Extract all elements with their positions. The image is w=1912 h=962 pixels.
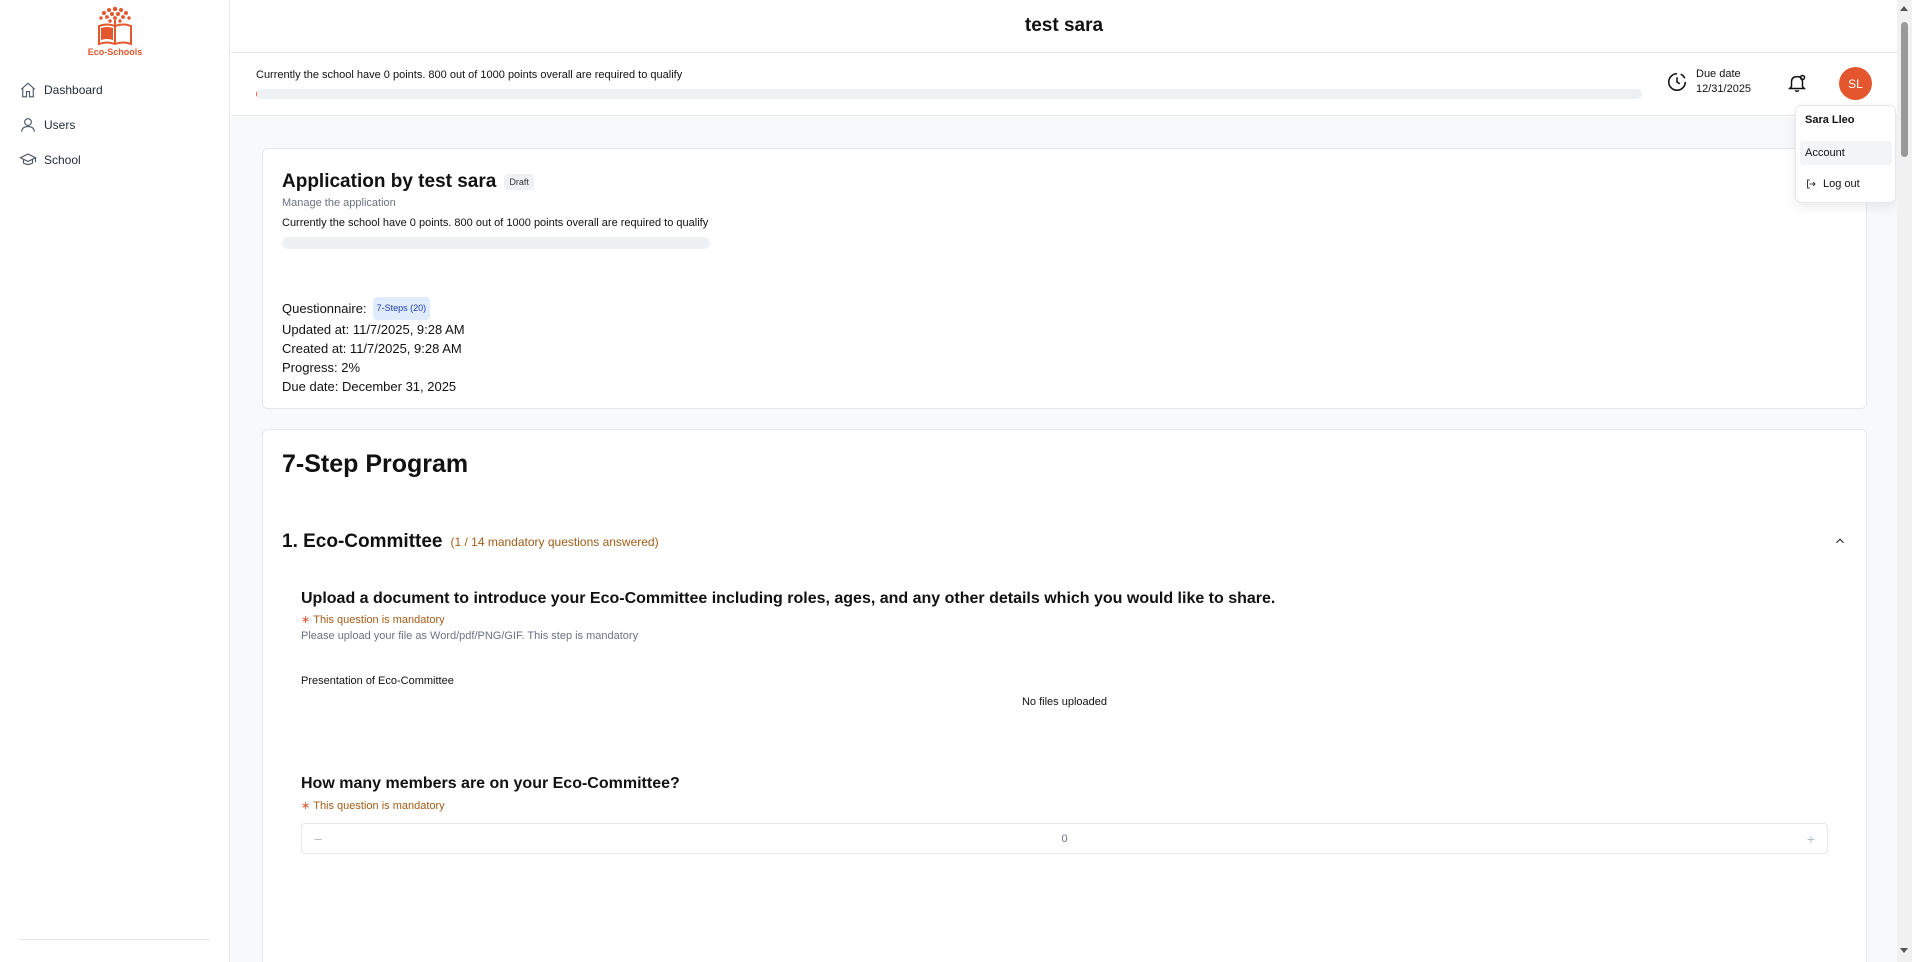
- due-date-text: Due date: December 31, 2025: [282, 379, 457, 394]
- logout-icon: [1807, 179, 1816, 189]
- page-title: test sara: [1024, 15, 1104, 36]
- logout-menu-item[interactable]: Log out: [1805, 178, 1860, 190]
- tree-book-icon: [98, 6, 132, 46]
- chevron-up-icon[interactable]: [1833, 534, 1847, 548]
- graduation-cap-icon: [19, 152, 37, 165]
- increment-button[interactable]: +: [1807, 831, 1815, 847]
- field-label: Presentation of Eco-Committee: [301, 675, 454, 687]
- question-title: How many members are on your Eco-Committ…: [301, 775, 680, 792]
- sidebar-item-label: Users: [44, 117, 76, 132]
- logout-label: Log out: [1823, 178, 1860, 190]
- step-count: (1 / 14 mandatory questions answered): [450, 535, 659, 549]
- progress-text: Progress: 2%: [282, 360, 361, 375]
- scroll-up-arrow[interactable]: [1900, 6, 1908, 11]
- avatar[interactable]: SL: [1839, 67, 1872, 100]
- sidebar-divider: [19, 939, 210, 940]
- step-title: 1. Eco-Committee: [282, 531, 443, 552]
- main-content: Application by test sara Draft Manage th…: [231, 117, 1897, 962]
- eco-schools-logo[interactable]: Eco-Schools: [86, 4, 144, 60]
- application-meta: Questionnaire: 7-Steps (20) Updated at: …: [282, 297, 465, 396]
- points-progress-fill: [256, 89, 258, 99]
- decrement-button[interactable]: −: [314, 831, 322, 847]
- home-icon: [20, 81, 36, 97]
- mandatory-note: ∗ This question is mandatory: [301, 614, 445, 626]
- due-date-value: 12/31/2025: [1696, 83, 1752, 95]
- updated-at: Updated at: 11/7/2025, 9:28 AM: [282, 322, 465, 337]
- due-date: Due date 12/31/2025: [1666, 67, 1751, 97]
- top-bar: test sara: [231, 0, 1897, 53]
- bell-icon: [1787, 74, 1807, 92]
- points-bar: Currently the school have 0 points. 800 …: [231, 53, 1897, 116]
- sidebar-nav: Dashboard Users School: [19, 72, 219, 177]
- members-stepper[interactable]: − 0 +: [301, 823, 1828, 854]
- stepper-value[interactable]: 0: [1061, 833, 1067, 845]
- logo-text: Eco-Schools: [87, 47, 143, 57]
- sidebar-item-label: School: [44, 152, 81, 167]
- application-subtitle: Manage the application: [282, 197, 396, 209]
- user-name: Sara Lleo: [1805, 114, 1855, 126]
- application-points-text: Currently the school have 0 points. 800 …: [282, 217, 709, 229]
- asterisk-icon: ∗: [301, 614, 311, 626]
- page-scrollbar[interactable]: [1897, 0, 1912, 962]
- account-menu-item[interactable]: Account: [1800, 141, 1892, 165]
- notifications-button[interactable]: [1786, 72, 1808, 94]
- user-icon: [21, 117, 35, 132]
- created-at: Created at: 11/7/2025, 9:28 AM: [282, 341, 462, 356]
- step-header[interactable]: 1. Eco-Committee (1 / 14 mandatory quest…: [282, 530, 1847, 554]
- question-hint: Please upload your file as Word/pdf/PNG/…: [301, 630, 639, 642]
- questionnaire-label: Questionnaire:: [282, 301, 367, 316]
- sidebar-item-label: Dashboard: [44, 82, 103, 97]
- question-title: Upload a document to introduce your Eco-…: [301, 590, 1276, 607]
- application-title: Application by test sara: [282, 171, 497, 192]
- sidebar-item-users[interactable]: Users: [19, 107, 219, 142]
- asterisk-icon: ∗: [301, 800, 311, 812]
- sidebar-item-school[interactable]: School: [19, 142, 219, 177]
- sidebar: Eco-Schools Dashboard Users School: [0, 0, 230, 962]
- scroll-thumb[interactable]: [1901, 22, 1908, 157]
- questionnaire-badge[interactable]: 7-Steps (20): [372, 297, 431, 320]
- scroll-down-arrow[interactable]: [1900, 948, 1908, 953]
- application-progress-bar: [282, 237, 710, 249]
- due-date-label: Due date: [1696, 68, 1741, 80]
- mandatory-note: ∗ This question is mandatory: [301, 800, 445, 812]
- sidebar-item-dashboard[interactable]: Dashboard: [19, 72, 219, 107]
- points-text: Currently the school have 0 points. 800 …: [256, 69, 683, 81]
- application-card: Application by test sara Draft Manage th…: [262, 148, 1867, 409]
- clock-icon: [1668, 72, 1687, 91]
- program-title: 7-Step Program: [282, 450, 469, 478]
- status-badge: Draft: [504, 174, 534, 190]
- points-progress-bar: [256, 89, 1642, 99]
- no-files-text: No files uploaded: [1021, 696, 1107, 708]
- program-card: 7-Step Program 1. Eco-Committee (1 / 14 …: [262, 429, 1867, 962]
- user-menu: Sara Lleo Account Log out: [1795, 105, 1896, 203]
